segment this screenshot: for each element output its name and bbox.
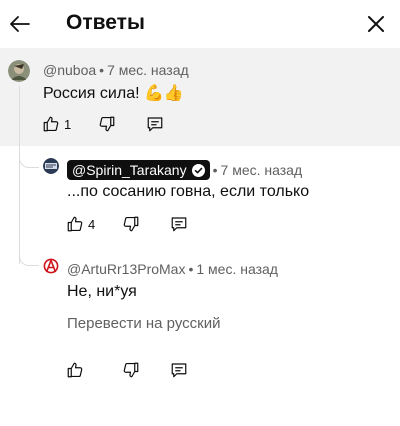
like-button[interactable]: 1 bbox=[42, 115, 71, 133]
thumb-down-icon bbox=[99, 116, 115, 132]
comment-icon bbox=[171, 363, 187, 378]
like-count: 1 bbox=[64, 116, 72, 132]
author-name: @Spirin_Tarakany bbox=[72, 162, 187, 178]
like-button[interactable] bbox=[66, 361, 84, 379]
arrow-left-icon bbox=[10, 16, 30, 32]
comment-icon bbox=[147, 117, 163, 132]
reply-button[interactable] bbox=[170, 215, 188, 233]
comment-text: Не, ни*уя bbox=[67, 283, 137, 300]
back-button[interactable] bbox=[6, 10, 34, 38]
like-button[interactable]: 4 bbox=[66, 215, 95, 233]
comment-meta: @Spirin_Tarakany • 7 мес. назад bbox=[67, 160, 302, 180]
comment-meta: @ArtuRr13ProMax • 1 мес. назад bbox=[67, 261, 278, 277]
thread-branch bbox=[19, 146, 39, 168]
thread-branch bbox=[19, 240, 39, 266]
like-count: 4 bbox=[88, 216, 96, 232]
comment-text: ...по сосанию говна, если только bbox=[67, 183, 310, 200]
thumb-up-icon bbox=[67, 362, 83, 378]
close-button[interactable] bbox=[362, 10, 390, 38]
thumb-down-icon bbox=[123, 216, 139, 232]
avatar[interactable] bbox=[43, 258, 59, 274]
dislike-button[interactable] bbox=[122, 361, 140, 379]
anarchy-icon bbox=[43, 258, 59, 274]
translate-link[interactable]: Перевести на русский bbox=[67, 315, 221, 332]
dislike-button[interactable] bbox=[122, 215, 140, 233]
avatar[interactable] bbox=[8, 60, 30, 82]
comment-icon bbox=[171, 217, 187, 232]
thread-line bbox=[19, 86, 21, 264]
author-name[interactable]: @ArtuRr13ProMax bbox=[67, 261, 185, 277]
separator-dot: • bbox=[99, 62, 105, 78]
comment-time[interactable]: 1 мес. назад bbox=[196, 261, 278, 277]
author-name[interactable]: @nuboa bbox=[43, 62, 96, 78]
reply-button[interactable] bbox=[146, 115, 164, 133]
separator-dot: • bbox=[212, 162, 218, 178]
comment-time[interactable]: 7 мес. назад bbox=[107, 62, 189, 78]
verified-icon bbox=[191, 163, 205, 177]
comment-meta: @nuboa • 7 мес. назад bbox=[43, 62, 189, 78]
author-chip[interactable]: @Spirin_Tarakany bbox=[67, 160, 210, 180]
thumb-up-icon bbox=[67, 216, 83, 232]
close-icon bbox=[368, 16, 384, 32]
reply-button[interactable] bbox=[170, 361, 188, 379]
comment-time[interactable]: 7 мес. назад bbox=[221, 162, 303, 178]
thumb-up-icon bbox=[43, 116, 59, 132]
header: Ответы bbox=[0, 0, 400, 48]
avatar[interactable] bbox=[43, 158, 59, 174]
page-title: Ответы bbox=[66, 11, 145, 34]
comment-text: Россия сила! 💪👍 bbox=[43, 85, 184, 102]
separator-dot: • bbox=[188, 261, 194, 277]
thumb-down-icon bbox=[123, 362, 139, 378]
dislike-button[interactable] bbox=[98, 115, 116, 133]
